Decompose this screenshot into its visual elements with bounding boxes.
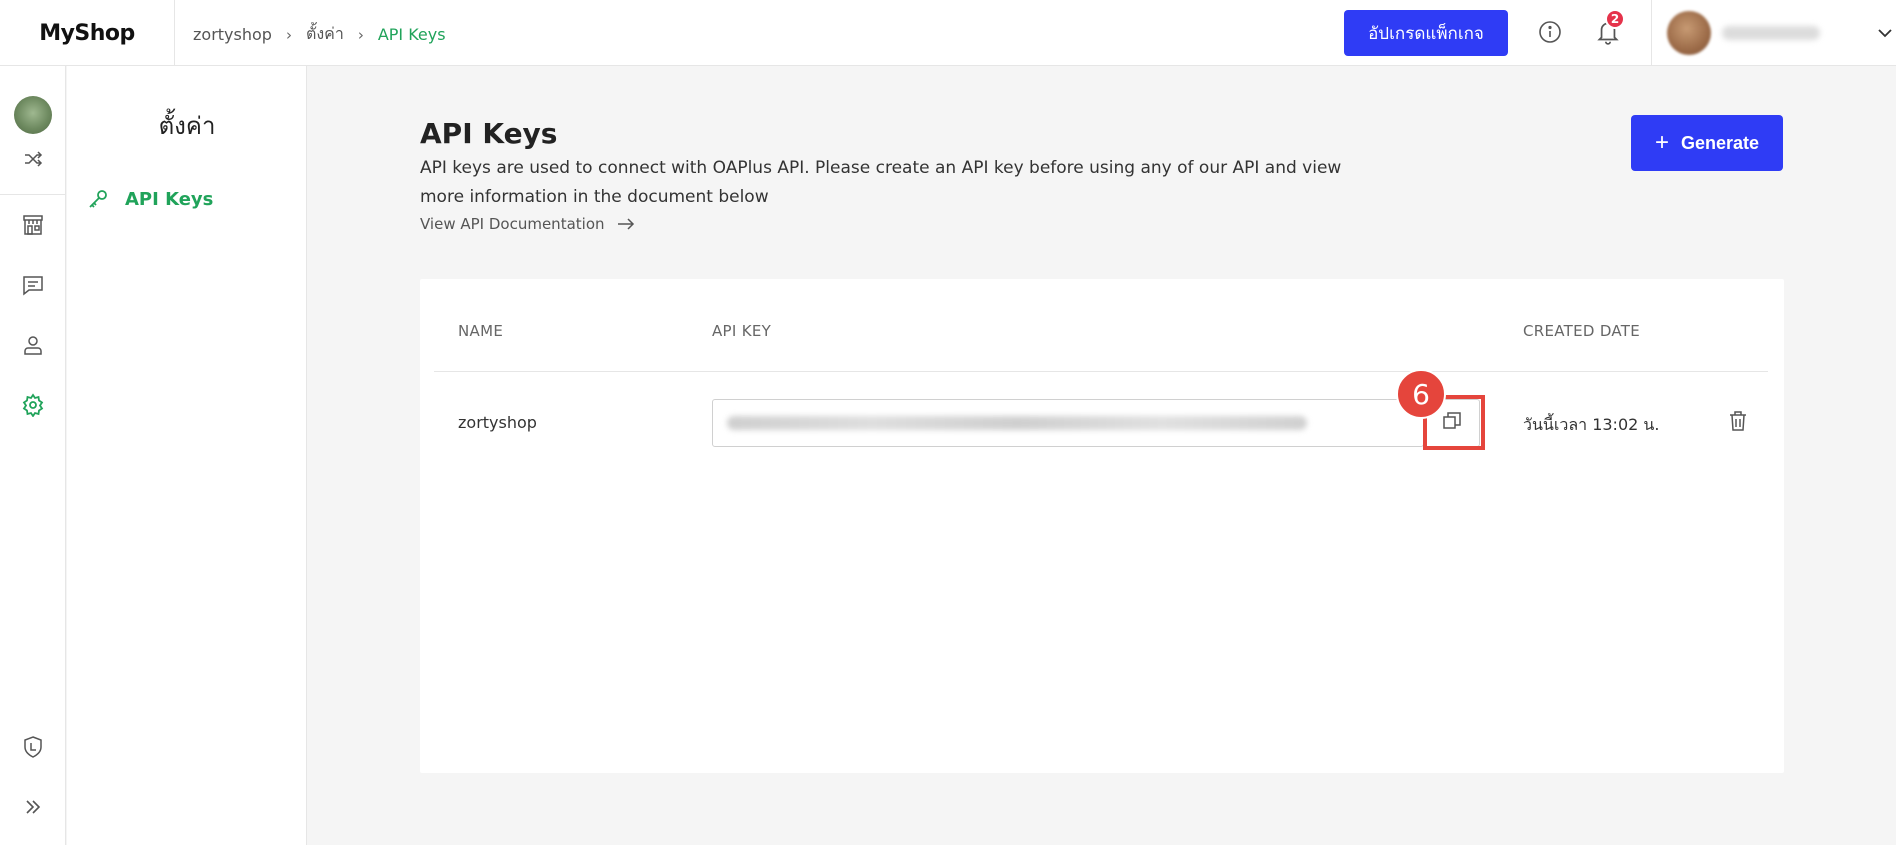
sidebar-title: ตั้งค่า [158,112,216,140]
api-key-field[interactable] [712,399,1424,447]
row-created-date: วันนี้เวลา 13:02 น. [1523,415,1660,434]
double-chevron-right-icon[interactable] [20,794,46,820]
trash-icon [1728,410,1748,436]
api-key-value-redacted [727,416,1307,430]
store-icon[interactable] [20,212,46,238]
sidebar-item-api-keys[interactable]: API Keys [87,188,213,210]
generate-label: Generate [1680,132,1760,153]
user-avatar[interactable] [1667,11,1711,55]
table-divider [434,371,1768,372]
plus-icon: + [1654,129,1669,156]
api-documentation-link[interactable]: View API Documentation [420,215,635,233]
api-keys-table: NAME API KEY CREATED DATE zortyshop 6 วั… [420,279,1784,773]
header-divider [1651,0,1652,66]
arrow-right-icon [617,217,635,231]
info-icon[interactable] [1538,20,1562,44]
delete-api-key-button[interactable] [1726,411,1750,435]
key-icon [87,188,109,210]
chevron-right-icon: › [357,25,364,44]
chevron-right-icon: › [285,25,292,44]
settings-icon[interactable] [20,392,46,418]
column-header-api-key: API KEY [712,322,772,340]
column-header-name: NAME [458,322,504,340]
breadcrumb-current: API Keys [377,25,446,44]
settings-sidebar: ตั้งค่า API Keys [67,66,307,845]
chevron-down-icon[interactable] [1876,24,1894,42]
breadcrumb-settings[interactable]: ตั้งค่า [306,22,344,47]
generate-button[interactable]: + Generate [1631,115,1783,171]
step-badge: 6 [1396,369,1446,419]
page-description: API keys are used to connect with OAPlus… [420,158,1342,207]
breadcrumb-shop[interactable]: zortyshop [193,25,272,44]
user-name-redacted[interactable] [1722,26,1820,40]
notification-badge: 2 [1605,9,1625,29]
page-title: API Keys [420,117,558,150]
icon-rail [0,66,66,845]
shop-avatar[interactable] [14,96,52,134]
top-header: MyShop zortyshop › ตั้งค่า › API Keys อั… [0,0,1896,66]
chat-icon[interactable] [20,272,46,298]
rail-divider [0,194,66,195]
shield-icon[interactable] [20,734,46,760]
upgrade-package-button[interactable]: อัปเกรดแพ็กเกจ [1344,10,1508,56]
app-logo[interactable]: MyShop [0,0,175,66]
doc-link-label: View API Documentation [420,215,605,233]
row-name: zortyshop [458,413,537,432]
breadcrumb: zortyshop › ตั้งค่า › API Keys [193,22,446,47]
sidebar-item-label: API Keys [125,188,214,210]
user-icon[interactable] [20,332,46,358]
column-header-created-date: CREATED DATE [1523,322,1641,340]
shuffle-icon[interactable] [20,146,46,172]
